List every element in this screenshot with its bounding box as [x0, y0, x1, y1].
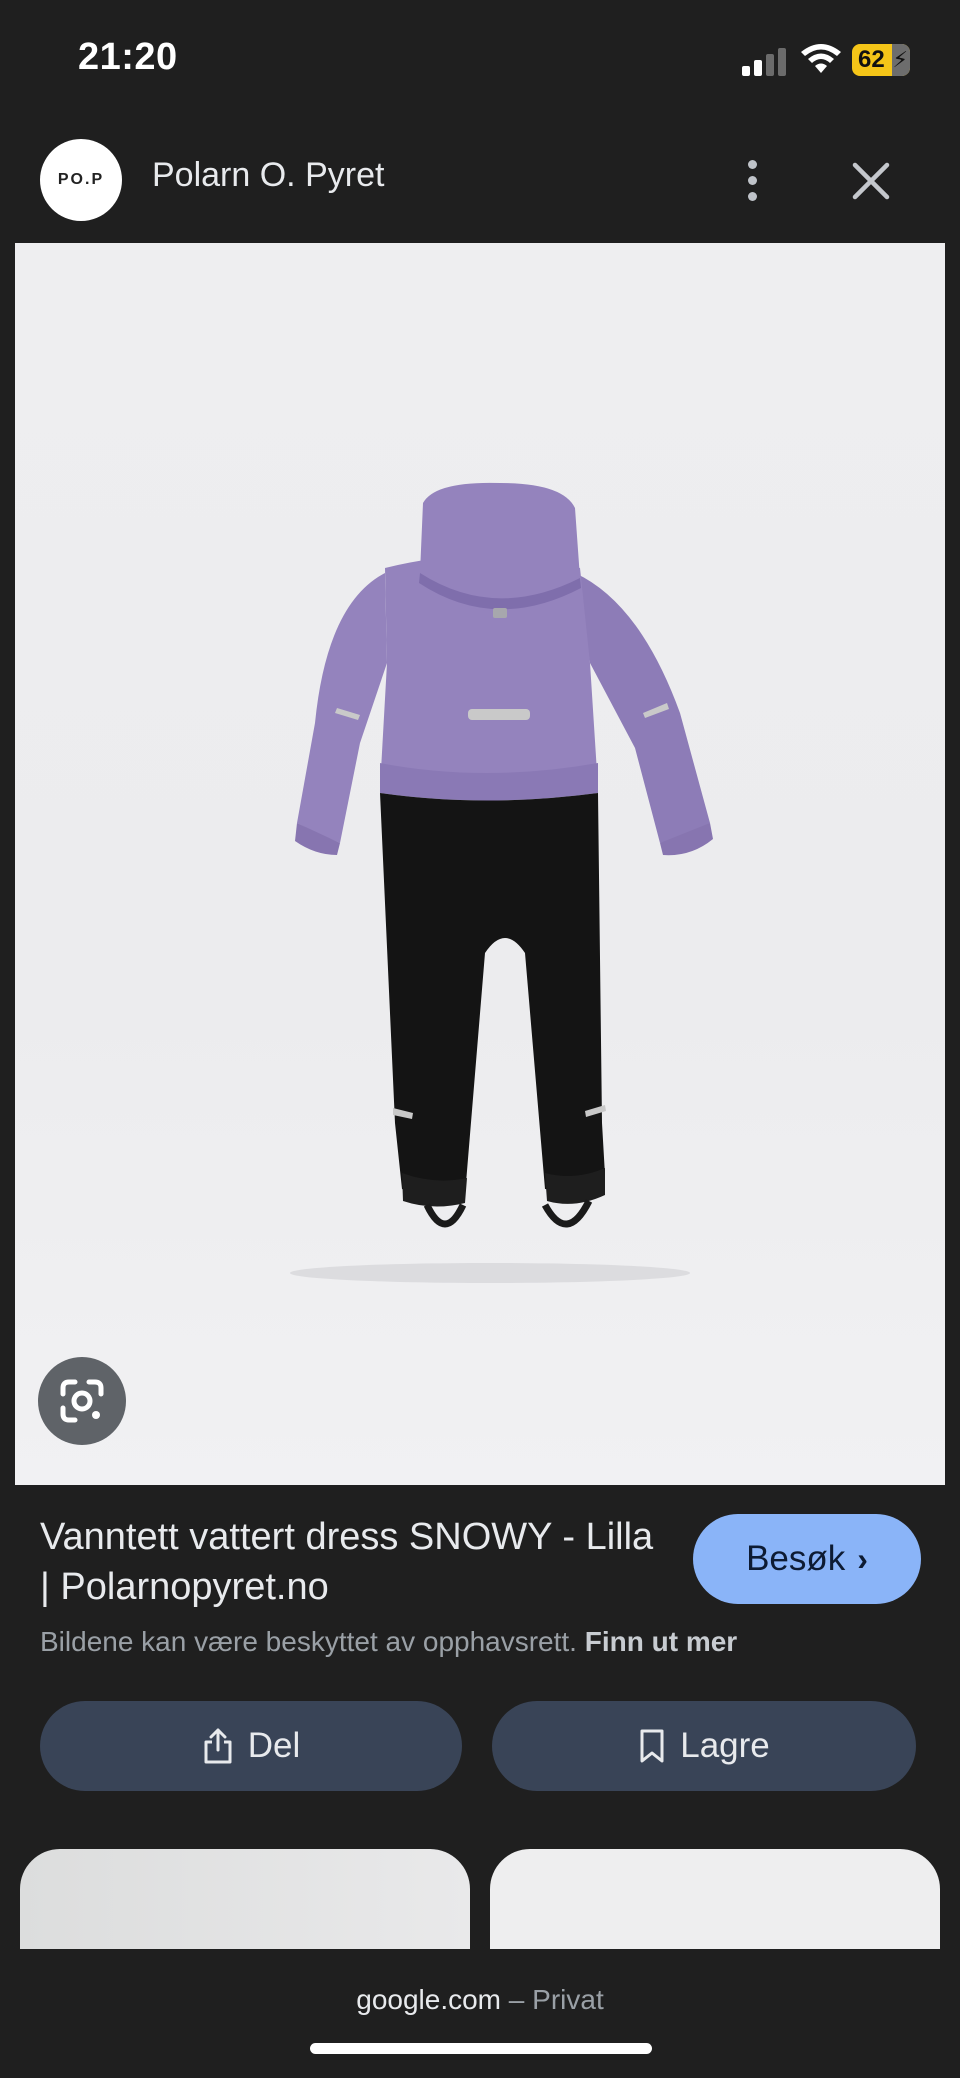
- source-name[interactable]: Polarn O. Pyret: [152, 156, 384, 195]
- cellular-signal-icon: [742, 46, 788, 76]
- wifi-icon: [801, 44, 841, 73]
- visit-label: Besøk: [746, 1539, 846, 1578]
- save-label: Lagre: [680, 1726, 770, 1765]
- url-domain: google.com: [356, 1984, 502, 2015]
- status-time: 21:20: [78, 36, 178, 78]
- url-text: google.com – Privat: [0, 1984, 960, 2016]
- status-bar: 21:20 62 ⚡: [0, 0, 960, 120]
- share-button[interactable]: Del: [40, 1701, 462, 1791]
- close-icon[interactable]: [846, 156, 896, 206]
- chevron-right-icon: ›: [857, 1540, 868, 1577]
- bookmark-icon: [640, 1729, 664, 1763]
- source-logo[interactable]: PO.P: [40, 139, 122, 221]
- related-image-card[interactable]: [490, 1849, 940, 1949]
- battery-level: 62: [858, 46, 885, 73]
- product-image: [290, 482, 713, 1283]
- home-indicator[interactable]: [310, 2043, 652, 2054]
- google-lens-icon: [60, 1379, 104, 1423]
- copyright-text: Bildene kan være beskyttet av opphavsret…: [40, 1626, 577, 1657]
- url-bar[interactable]: google.com – Privat: [0, 1950, 960, 2078]
- more-vert-icon: [747, 159, 757, 169]
- save-button[interactable]: Lagre: [492, 1701, 916, 1791]
- battery-icon: 62 ⚡: [852, 44, 910, 76]
- google-lens-button[interactable]: [38, 1357, 126, 1445]
- share-icon: [204, 1728, 232, 1764]
- image-viewer[interactable]: [15, 243, 945, 1485]
- result-title[interactable]: Vanntett vattert dress SNOWY - Lilla | P…: [40, 1512, 660, 1612]
- related-image-card[interactable]: [20, 1849, 470, 1949]
- source-header: PO.P Polarn O. Pyret: [0, 120, 960, 243]
- copyright-notice: Bildene kan være beskyttet av opphavsret…: [40, 1626, 737, 1658]
- learn-more-link[interactable]: Finn ut mer: [585, 1626, 737, 1657]
- more-options-button[interactable]: [730, 150, 774, 210]
- private-mode-label: – Privat: [508, 1984, 604, 2015]
- visit-button[interactable]: Besøk ›: [693, 1514, 921, 1604]
- share-label: Del: [247, 1726, 301, 1765]
